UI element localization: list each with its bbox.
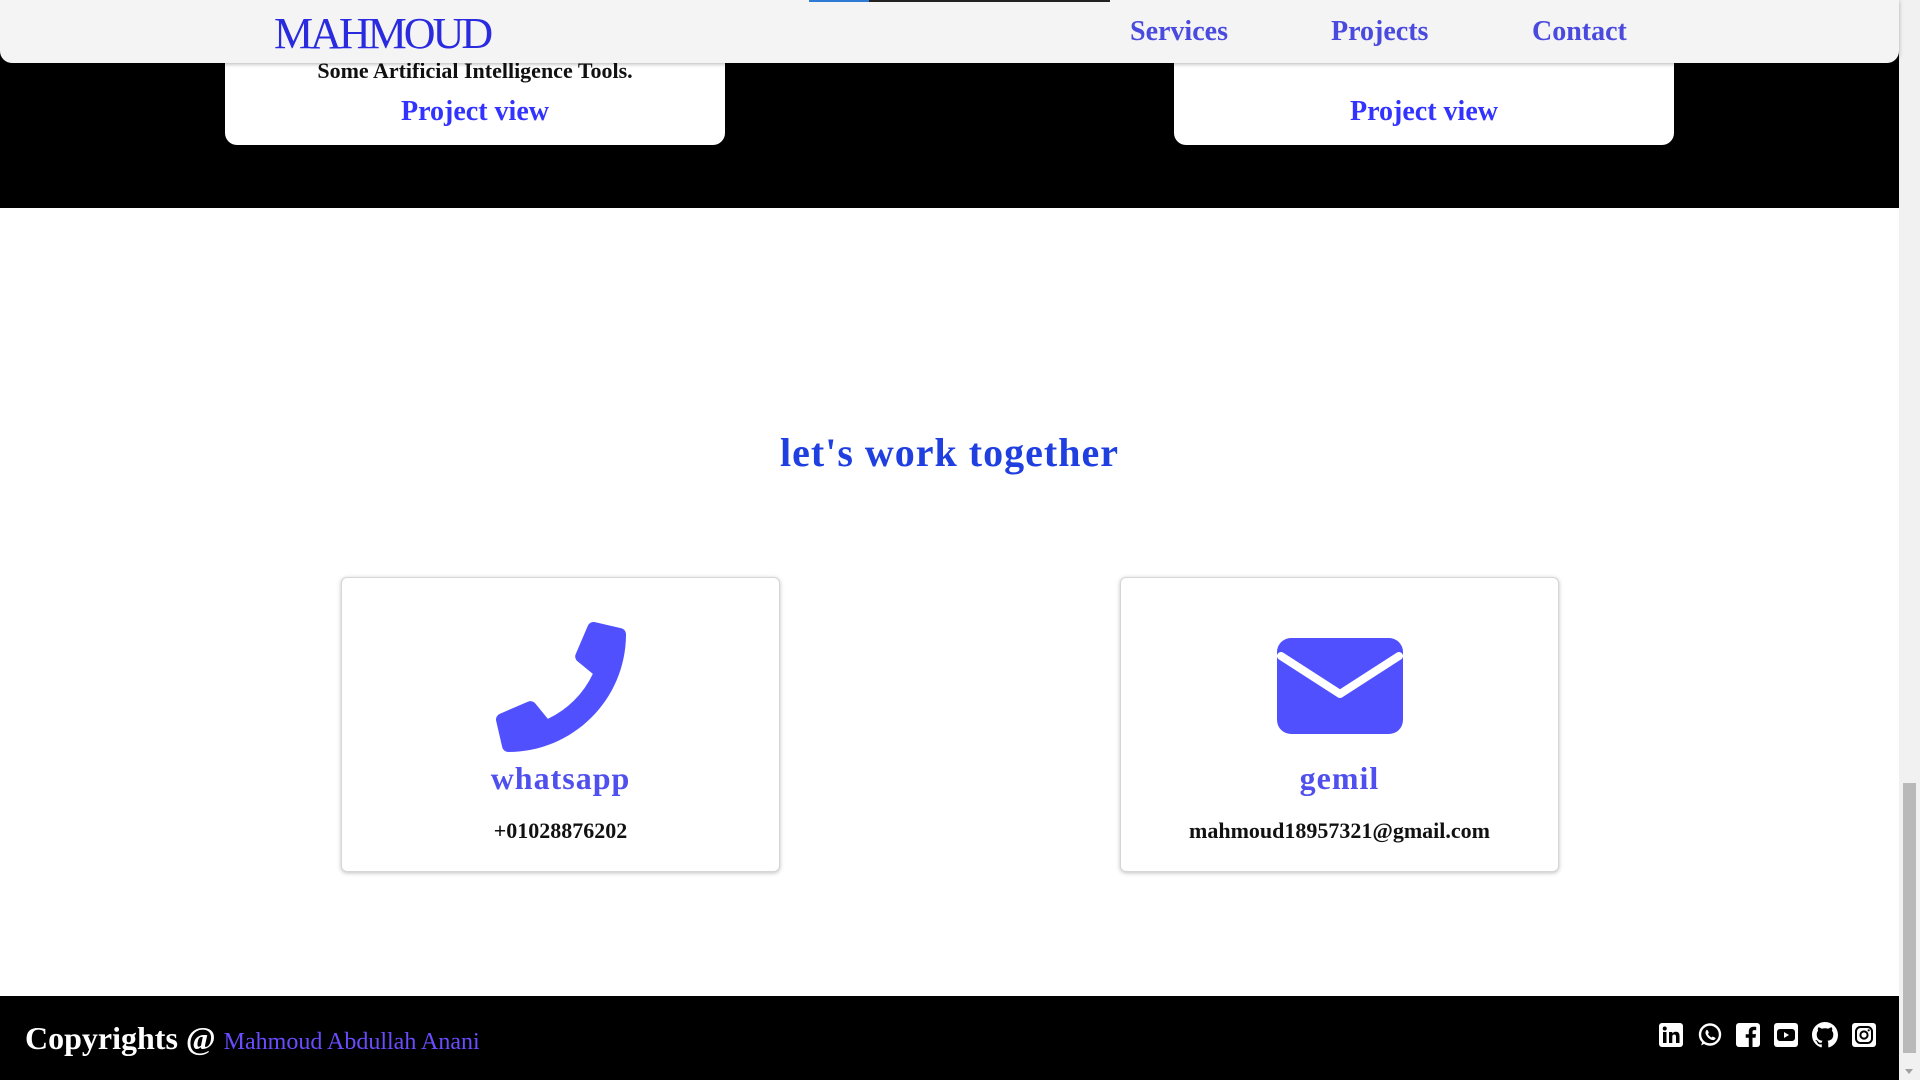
page-scrollbar[interactable] xyxy=(1899,0,1920,1080)
scroll-progress-fill xyxy=(809,0,870,2)
author-name-link[interactable]: Mahmoud Abdullah Anani xyxy=(224,1029,480,1055)
copyright-prefix: Copyrights @ xyxy=(25,1020,216,1056)
nav-link-projects[interactable]: Projects xyxy=(1331,14,1428,50)
envelope-icon xyxy=(1121,622,1558,752)
scroll-down-arrow-icon[interactable] xyxy=(1905,1069,1913,1074)
copyright-text: Copyrights @ Mahmoud Abdullah Anani xyxy=(25,1016,480,1064)
contact-title: whatsapp xyxy=(490,760,631,796)
github-icon[interactable] xyxy=(1812,1022,1838,1048)
navbar: MAHMOUD Services Projects Contact xyxy=(0,0,1899,63)
project-view-link[interactable]: Project view xyxy=(1174,96,1674,128)
scrollbar-thumb[interactable] xyxy=(1903,783,1916,1053)
nav-link-services[interactable]: Services xyxy=(1130,14,1228,50)
project-view-link[interactable]: Project view xyxy=(225,96,725,128)
nav-link-contact[interactable]: Contact xyxy=(1532,14,1627,50)
phone-number: +01028876202 xyxy=(493,818,628,843)
page: Some Artificial Intelligence Tools. Proj… xyxy=(0,0,1920,1080)
phone-icon xyxy=(342,622,779,752)
contact-title: gemil xyxy=(1299,760,1380,796)
brand-logo[interactable]: MAHMOUD xyxy=(274,8,493,60)
email-address: mahmoud18957321@gmail.com xyxy=(1189,818,1490,843)
scroll-progress-bar xyxy=(809,0,1110,2)
contact-heading: let's work together xyxy=(780,430,1119,476)
facebook-icon[interactable] xyxy=(1735,1022,1761,1048)
whatsapp-icon[interactable] xyxy=(1697,1022,1723,1048)
footer: Copyrights @ Mahmoud Abdullah Anani xyxy=(0,996,1899,1080)
youtube-icon[interactable] xyxy=(1773,1022,1799,1048)
contact-card-email[interactable]: gemil mahmoud18957321@gmail.com xyxy=(1120,577,1559,872)
instagram-icon[interactable] xyxy=(1851,1022,1877,1048)
contact-card-whatsapp[interactable]: whatsapp +01028876202 xyxy=(341,577,780,872)
linkedin-icon[interactable] xyxy=(1658,1022,1684,1048)
